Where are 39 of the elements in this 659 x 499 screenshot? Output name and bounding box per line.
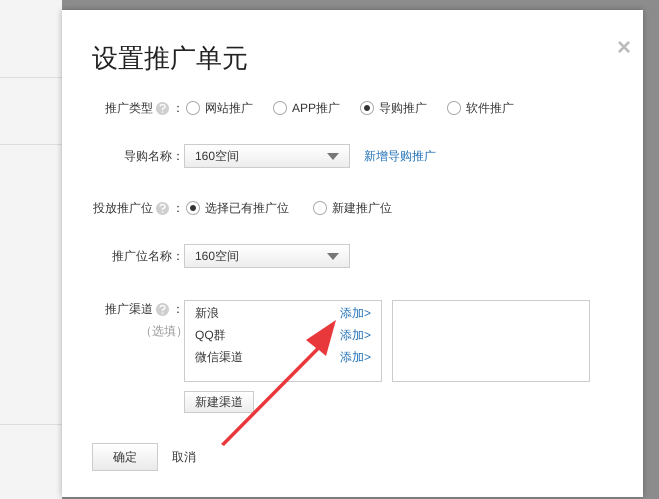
radio-button[interactable] bbox=[186, 101, 200, 115]
help-icon[interactable] bbox=[156, 302, 169, 316]
add-link[interactable]: 添加> bbox=[340, 348, 371, 366]
cancel-button[interactable]: 取消 bbox=[172, 448, 196, 466]
help-icon[interactable] bbox=[156, 102, 169, 114]
radio-label[interactable]: 网站推广 bbox=[205, 99, 253, 117]
caret-icon bbox=[327, 252, 339, 260]
radio-label[interactable]: APP推广 bbox=[292, 99, 340, 117]
channel-name: 新浪 bbox=[195, 305, 219, 322]
channel-name: QQ群 bbox=[195, 327, 226, 344]
dropdown-select[interactable]: 160空间 bbox=[184, 144, 350, 168]
confirm-button[interactable]: 确定 bbox=[92, 443, 158, 471]
add-guide-link[interactable]: 新增导购推广 bbox=[364, 147, 436, 165]
new-channel-button[interactable]: 新建渠道 bbox=[184, 391, 254, 413]
dialog-title: 设置推广单元 bbox=[92, 42, 248, 75]
colon-text: ： bbox=[172, 100, 184, 117]
radio-label[interactable]: 软件推广 bbox=[466, 99, 514, 117]
field-label: 推广渠道 bbox=[105, 301, 153, 318]
field-label: 导购名称： bbox=[124, 148, 184, 165]
channel-name: 微信渠道 bbox=[195, 349, 243, 366]
field-label: 推广位名称： bbox=[112, 248, 184, 265]
colon-text: ： bbox=[172, 301, 184, 318]
radio-button[interactable] bbox=[447, 101, 462, 115]
radio-label[interactable]: 新建推广位 bbox=[332, 199, 392, 217]
add-link[interactable]: 添加> bbox=[340, 304, 371, 322]
radio-label[interactable]: 选择已有推广位 bbox=[205, 199, 289, 217]
field-label: 投放推广位 bbox=[93, 200, 153, 217]
radio-button[interactable] bbox=[313, 201, 327, 215]
colon-text: ： bbox=[172, 200, 184, 217]
radio-button[interactable] bbox=[186, 201, 200, 215]
add-link[interactable]: 添加> bbox=[340, 326, 371, 344]
help-icon[interactable] bbox=[156, 202, 169, 214]
optional-note: （选填） bbox=[140, 323, 188, 340]
caret-icon bbox=[327, 152, 339, 160]
radio-button[interactable] bbox=[273, 101, 287, 115]
radio-button[interactable] bbox=[360, 101, 374, 115]
field-label: 推广类型 bbox=[105, 100, 153, 117]
radio-label[interactable]: 导购推广 bbox=[379, 99, 428, 117]
dropdown-select[interactable]: 160空间 bbox=[184, 244, 350, 268]
